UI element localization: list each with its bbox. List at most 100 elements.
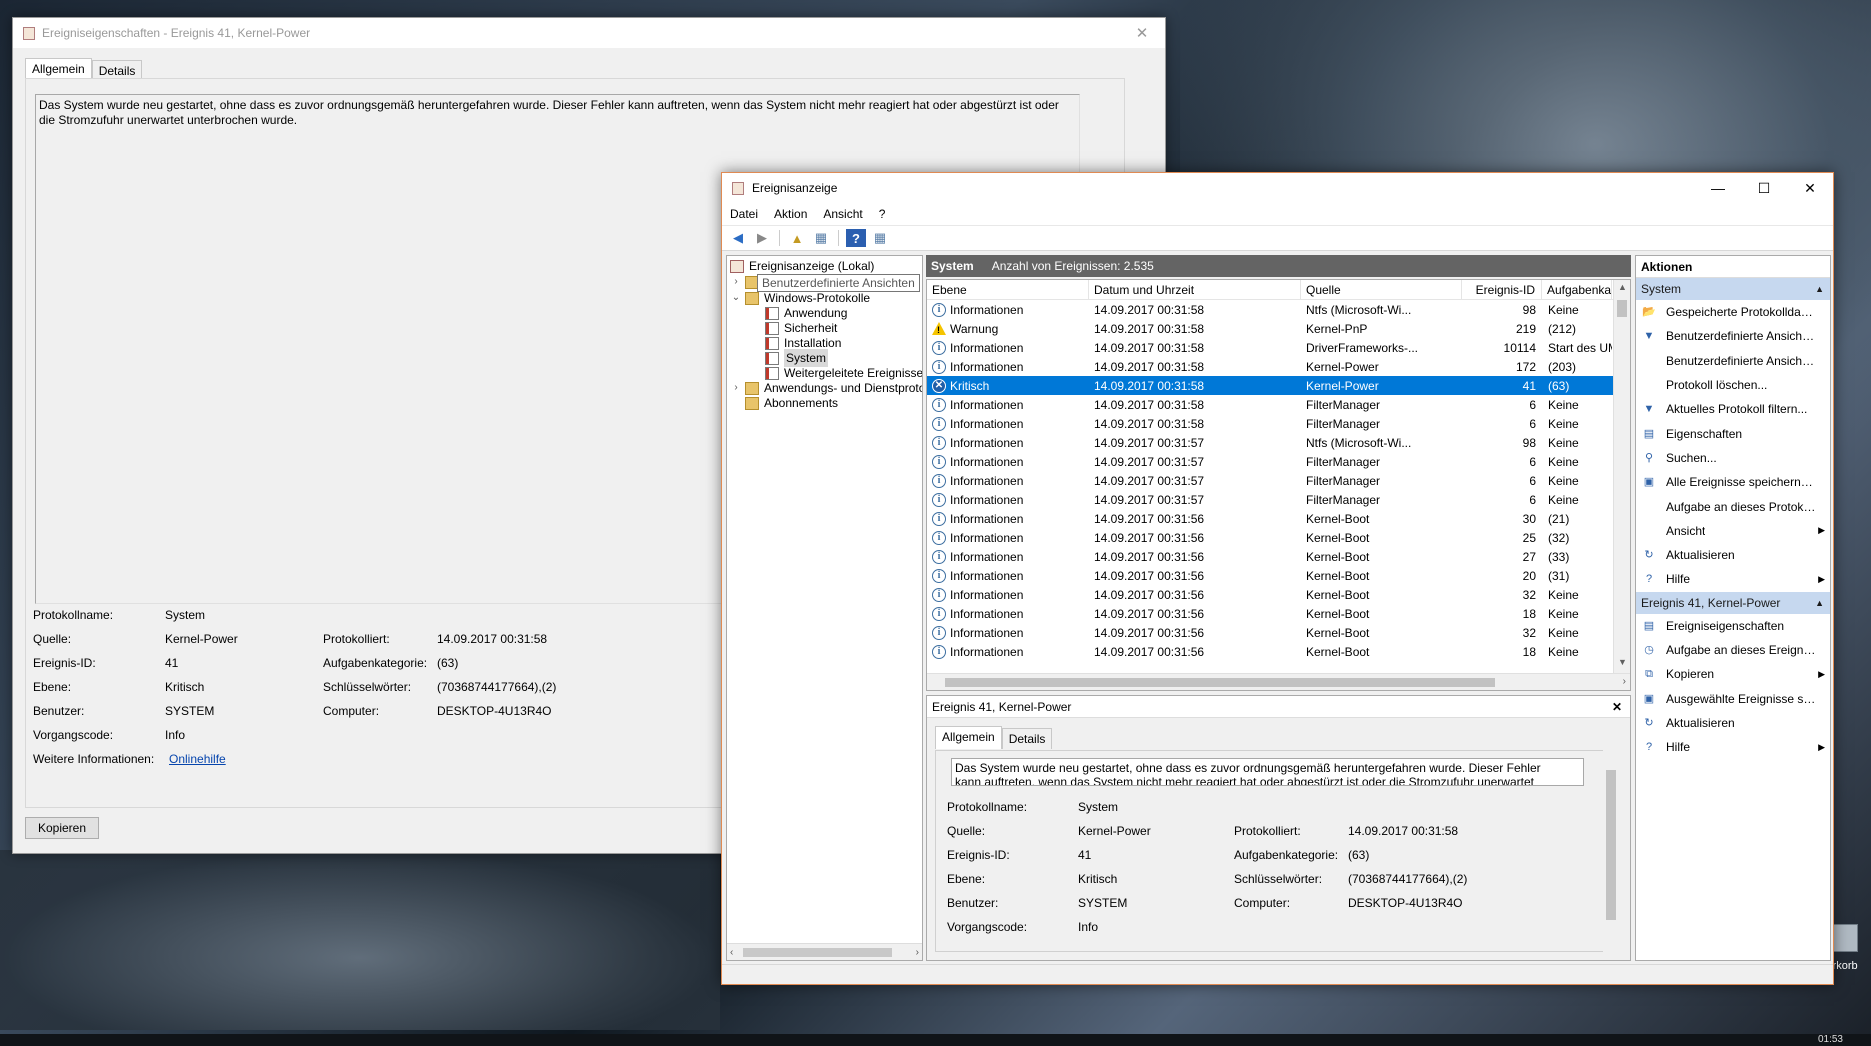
table-row[interactable]: i Informationen 14.09.2017 00:31:56 Kernel-…: [927, 566, 1630, 585]
event-list-vertical-scrollbar[interactable]: ▲ ▼: [1613, 280, 1630, 690]
table-row[interactable]: i Informationen 14.09.2017 00:31:57 FilterM…: [927, 452, 1630, 471]
action-item[interactable]: ? Hilfe ▶: [1636, 567, 1830, 591]
close-icon[interactable]: ✕: [1787, 180, 1833, 197]
show-hide-tree-icon[interactable]: ▦: [811, 229, 831, 247]
expand-chevron-icon[interactable]: ›: [730, 379, 742, 397]
table-row[interactable]: i Informationen 14.09.2017 00:31:56 Kernel-…: [927, 585, 1630, 604]
close-icon[interactable]: ✕: [1119, 24, 1165, 42]
tree-horizontal-scrollbar[interactable]: ‹ ›: [727, 943, 922, 960]
scroll-right-icon[interactable]: ›: [916, 947, 919, 958]
cell-datetime: 14.09.2017 00:31:58: [1094, 378, 1205, 393]
menu-help[interactable]: ?: [879, 207, 886, 221]
detail-description[interactable]: Das System wurde neu gestartet, ohne das…: [951, 758, 1584, 786]
event-viewer-titlebar[interactable]: Ereignisanzeige — ☐ ✕: [722, 173, 1833, 203]
action-item[interactable]: ? Hilfe ▶: [1636, 735, 1830, 759]
close-icon[interactable]: ✕: [1612, 696, 1622, 718]
action-item[interactable]: ▣Alle Ereignisse speichern unter...: [1636, 470, 1830, 494]
table-row[interactable]: i Informationen 14.09.2017 00:31:56 Kernel-…: [927, 604, 1630, 623]
collapse-caret-icon[interactable]: ▲: [1815, 592, 1824, 614]
tree-item-subscriptions[interactable]: Abonnements: [745, 394, 838, 412]
action-item[interactable]: ◷Aufgabe an dieses Ereignis anfügen...: [1636, 638, 1830, 662]
cell-source: FilterManager: [1306, 397, 1381, 412]
table-row[interactable]: i Informationen 14.09.2017 00:31:58 Ntfs (M…: [927, 300, 1630, 319]
label-source: Quelle:: [33, 632, 72, 646]
filter-icon: ▼: [1643, 403, 1655, 416]
menu-datei[interactable]: Datei: [730, 207, 758, 221]
up-folder-icon[interactable]: ▲: [787, 229, 807, 247]
actions-section-system[interactable]: System ▲: [1636, 278, 1830, 300]
table-row[interactable]: ✕ Kritisch 14.09.2017 00:31:58 Kernel-Power…: [927, 376, 1630, 395]
info-icon: i: [932, 397, 946, 412]
blank-icon: [1641, 500, 1657, 514]
event-viewer-app-icon: [23, 26, 35, 40]
column-header-task-category[interactable]: Aufgabenkategorie: [1542, 280, 1612, 299]
event-list-horizontal-scrollbar[interactable]: ›: [927, 673, 1630, 690]
actions-section-event[interactable]: Ereignis 41, Kernel-Power ▲: [1636, 591, 1830, 614]
table-row[interactable]: i Informationen 14.09.2017 00:31:57 FilterM…: [927, 490, 1630, 509]
action-item[interactable]: ⚲ Suchen...: [1636, 446, 1830, 470]
scrollbar-thumb[interactable]: [1617, 300, 1627, 317]
action-item[interactable]: ↻ Aktualisieren: [1636, 543, 1830, 567]
table-row[interactable]: i Informationen 14.09.2017 00:31:58 FilterM…: [927, 395, 1630, 414]
action-item[interactable]: ⧉ Kopieren ▶: [1636, 662, 1830, 686]
table-row[interactable]: i Informationen 14.09.2017 00:31:56 Kernel-…: [927, 528, 1630, 547]
cell-event-id: 6: [1529, 454, 1536, 469]
help-icon[interactable]: ?: [846, 229, 866, 247]
cell-source: Ntfs (Microsoft-Wi...: [1306, 435, 1412, 450]
scrollbar-thumb[interactable]: [743, 948, 892, 957]
action-item[interactable]: Protokoll löschen...: [1636, 373, 1830, 397]
action-item[interactable]: ▤ Ereigniseigenschaften: [1636, 614, 1830, 638]
action-item[interactable]: ▼ Aktuelles Protokoll filtern...: [1636, 397, 1830, 421]
copy-button[interactable]: Kopieren: [25, 817, 99, 839]
table-row[interactable]: i Informationen 14.09.2017 00:31:57 Ntfs (M…: [927, 433, 1630, 452]
action-item[interactable]: Aufgabe an dieses Protokoll anfügen...: [1636, 494, 1830, 518]
column-header-event-id[interactable]: Ereignis-ID: [1462, 280, 1542, 299]
cell-task-category: (63): [1548, 378, 1570, 393]
maximize-icon[interactable]: ☐: [1741, 180, 1787, 197]
collapse-caret-icon[interactable]: ▲: [1815, 278, 1824, 300]
table-row[interactable]: Warnung 14.09.2017 00:31:58 Kernel-PnP 219 (…: [927, 319, 1630, 338]
table-row[interactable]: i Informationen 14.09.2017 00:31:58 DriverF…: [927, 338, 1630, 357]
show-hide-actions-icon[interactable]: ▦: [870, 229, 890, 247]
back-arrow-icon[interactable]: ◀: [728, 229, 748, 247]
action-item[interactable]: ▣Ausgewählte Ereignisse speichern...: [1636, 686, 1830, 710]
tab-allgemein[interactable]: Allgemein: [935, 726, 1002, 749]
action-item[interactable]: ▼Benutzerdefinierte Ansicht erstellen...: [1636, 324, 1830, 348]
table-row[interactable]: i Informationen 14.09.2017 00:31:58 Kernel-…: [927, 357, 1630, 376]
scrollbar-thumb[interactable]: [1606, 770, 1616, 920]
cell-task-category: Keine: [1548, 397, 1579, 412]
table-row[interactable]: i Informationen 14.09.2017 00:31:56 Kernel-…: [927, 623, 1630, 642]
scroll-down-icon[interactable]: ▼: [1614, 657, 1630, 673]
action-item[interactable]: Ansicht ▶: [1636, 519, 1830, 543]
table-row[interactable]: i Informationen 14.09.2017 00:31:56 Kernel-…: [927, 642, 1630, 661]
table-row[interactable]: i Informationen 14.09.2017 00:31:56 Kernel-…: [927, 547, 1630, 566]
cell-datetime: 14.09.2017 00:31:58: [1094, 302, 1205, 317]
action-item[interactable]: 📂Gespeicherte Protokolldatei öffnen...: [1636, 300, 1830, 324]
cell-datetime: 14.09.2017 00:31:56: [1094, 511, 1205, 526]
action-item[interactable]: Benutzerdefinierte Ansicht importieren..…: [1636, 349, 1830, 373]
minimize-icon[interactable]: —: [1695, 180, 1741, 197]
action-item[interactable]: ↻ Aktualisieren: [1636, 711, 1830, 735]
info-icon: i: [932, 644, 946, 659]
forward-arrow-icon[interactable]: ▶: [752, 229, 772, 247]
properties-titlebar[interactable]: Ereigniseigenschaften - Ereignis 41, Ker…: [13, 18, 1165, 48]
column-header-datetime[interactable]: Datum und Uhrzeit: [1089, 280, 1301, 299]
tab-details[interactable]: Details: [1001, 728, 1053, 749]
properties-icon: ▤: [1643, 427, 1655, 440]
action-item[interactable]: ▤ Eigenschaften: [1636, 421, 1830, 445]
scroll-left-icon[interactable]: ‹: [730, 947, 733, 958]
detail-vertical-scrollbar[interactable]: [1603, 750, 1620, 952]
scrollbar-thumb[interactable]: [945, 678, 1495, 687]
scroll-up-icon[interactable]: ▲: [1614, 282, 1630, 298]
table-row[interactable]: i Informationen 14.09.2017 00:31:58 FilterM…: [927, 414, 1630, 433]
table-row[interactable]: i Informationen 14.09.2017 00:31:56 Kernel-…: [927, 509, 1630, 528]
online-help-link[interactable]: Onlinehilfe: [169, 752, 226, 766]
collapse-chevron-icon[interactable]: ⌄: [730, 289, 742, 307]
column-header-source[interactable]: Quelle: [1301, 280, 1462, 299]
table-row[interactable]: i Informationen 14.09.2017 00:31:57 FilterM…: [927, 471, 1630, 490]
scroll-right-icon[interactable]: ›: [1623, 676, 1626, 687]
menu-aktion[interactable]: Aktion: [774, 207, 807, 221]
menu-ansicht[interactable]: Ansicht: [823, 207, 862, 221]
value-user: SYSTEM: [165, 704, 215, 718]
column-header-level[interactable]: Ebene: [927, 280, 1089, 299]
